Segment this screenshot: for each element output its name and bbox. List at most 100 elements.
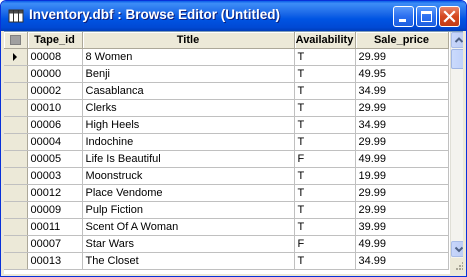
table-row[interactable]: 00003 Moonstruck T 19.99 — [4, 167, 449, 185]
row-selector[interactable] — [4, 116, 28, 134]
header-row: Tape_id Title Availability Sale_price — [4, 32, 449, 49]
row-selector[interactable] — [4, 65, 28, 83]
row-selector[interactable] — [4, 99, 28, 117]
cell-tape-id[interactable]: 00005 — [27, 150, 83, 168]
cell-availability[interactable]: T — [294, 218, 356, 236]
cell-tape-id[interactable]: 00007 — [27, 235, 83, 253]
maximize-button[interactable] — [416, 6, 437, 27]
cell-title[interactable]: Indochine — [82, 133, 295, 151]
browse-grid-icon[interactable] — [8, 8, 24, 24]
cell-tape-id[interactable]: 00013 — [27, 252, 83, 270]
cell-availability[interactable]: T — [294, 99, 356, 117]
records-table: Tape_id Title Availability Sale_price 00… — [4, 32, 449, 270]
current-row-arrow-icon — [13, 53, 18, 62]
cell-tape-id[interactable]: 00011 — [27, 218, 83, 236]
cell-tape-id[interactable]: 00010 — [27, 99, 83, 117]
table-row[interactable]: 00013 The Closet T 34.99 — [4, 252, 449, 270]
table-row[interactable]: 00008 8 Women T 29.99 — [4, 48, 449, 66]
row-selector[interactable] — [4, 48, 28, 66]
table-row[interactable]: 00012 Place Vendome T 29.99 — [4, 184, 449, 202]
row-selector[interactable] — [4, 150, 28, 168]
cell-sale-price[interactable]: 29.99 — [355, 99, 449, 117]
table-row[interactable]: 00006 High Heels T 34.99 — [4, 116, 449, 134]
cell-availability[interactable]: T — [294, 65, 356, 83]
cell-title[interactable]: Casablanca — [82, 82, 295, 100]
cell-sale-price[interactable]: 29.99 — [355, 48, 449, 66]
cell-sale-price[interactable]: 49.99 — [355, 150, 449, 168]
select-all-button[interactable] — [4, 32, 28, 49]
table-row[interactable]: 00000 Benji T 49.95 — [4, 65, 449, 83]
cell-availability[interactable]: T — [294, 167, 356, 185]
cell-availability[interactable]: T — [294, 48, 356, 66]
close-button[interactable] — [439, 6, 460, 27]
cell-availability[interactable]: T — [294, 116, 356, 134]
close-icon — [443, 10, 456, 23]
column-header-sale-price[interactable]: Sale_price — [355, 32, 449, 49]
row-selector[interactable] — [4, 235, 28, 253]
cell-tape-id[interactable]: 00006 — [27, 116, 83, 134]
cell-sale-price[interactable]: 49.99 — [355, 235, 449, 253]
resize-grip-icon — [456, 262, 463, 270]
cell-tape-id[interactable]: 00012 — [27, 184, 83, 202]
scroll-thumb[interactable] — [451, 49, 463, 69]
scroll-down-button[interactable] — [451, 241, 463, 257]
row-selector[interactable] — [4, 133, 28, 151]
cell-title[interactable]: Star Wars — [82, 235, 295, 253]
table-row[interactable]: 00002 Casablanca T 34.99 — [4, 82, 449, 100]
row-selector[interactable] — [4, 82, 28, 100]
cell-sale-price[interactable]: 39.99 — [355, 218, 449, 236]
cell-title[interactable]: Life Is Beautiful — [82, 150, 295, 168]
cell-sale-price[interactable]: 29.99 — [355, 201, 449, 219]
table-row[interactable]: 00004 Indochine T 29.99 — [4, 133, 449, 151]
cell-availability[interactable]: T — [294, 133, 356, 151]
cell-sale-price[interactable]: 34.99 — [355, 252, 449, 270]
column-header-tape-id[interactable]: Tape_id — [27, 32, 83, 49]
cell-tape-id[interactable]: 00000 — [27, 65, 83, 83]
cell-title[interactable]: The Closet — [82, 252, 295, 270]
cell-tape-id[interactable]: 00002 — [27, 82, 83, 100]
cell-title[interactable]: Scent Of A Woman — [82, 218, 295, 236]
row-selector[interactable] — [4, 218, 28, 236]
cell-sale-price[interactable]: 19.99 — [355, 167, 449, 185]
column-header-availability[interactable]: Availability — [294, 32, 356, 49]
minimize-button[interactable] — [393, 6, 414, 27]
cell-tape-id[interactable]: 00004 — [27, 133, 83, 151]
column-header-title[interactable]: Title — [82, 32, 295, 49]
title-bar[interactable]: Inventory.dbf : Browse Editor (Untitled) — [1, 1, 466, 31]
cell-availability[interactable]: T — [294, 184, 356, 202]
cell-sale-price[interactable]: 34.99 — [355, 82, 449, 100]
scroll-up-arrow-icon — [454, 37, 463, 43]
cell-title[interactable]: Clerks — [82, 99, 295, 117]
cell-title[interactable]: High Heels — [82, 116, 295, 134]
cell-availability[interactable]: T — [294, 252, 356, 270]
table-row[interactable]: 00010 Clerks T 29.99 — [4, 99, 449, 117]
cell-availability[interactable]: F — [294, 150, 356, 168]
row-selector[interactable] — [4, 167, 28, 185]
table-row[interactable]: 00007 Star Wars F 49.99 — [4, 235, 449, 253]
scroll-up-button[interactable] — [451, 32, 463, 48]
table-row[interactable]: 00005 Life Is Beautiful F 49.99 — [4, 150, 449, 168]
cell-title[interactable]: Pulp Fiction — [82, 201, 295, 219]
row-selector[interactable] — [4, 252, 28, 270]
row-selector[interactable] — [4, 184, 28, 202]
table-row[interactable]: 00011 Scent Of A Woman T 39.99 — [4, 218, 449, 236]
resize-grip[interactable] — [450, 258, 463, 274]
cell-title[interactable]: 8 Women — [82, 48, 295, 66]
cell-title[interactable]: Moonstruck — [82, 167, 295, 185]
cell-sale-price[interactable]: 34.99 — [355, 116, 449, 134]
cell-sale-price[interactable]: 29.99 — [355, 133, 449, 151]
cell-availability[interactable]: F — [294, 235, 356, 253]
cell-tape-id[interactable]: 00009 — [27, 201, 83, 219]
vertical-scrollbar[interactable] — [450, 32, 463, 274]
cell-availability[interactable]: T — [294, 82, 356, 100]
cell-title[interactable]: Benji — [82, 65, 295, 83]
cell-availability[interactable]: T — [294, 201, 356, 219]
table-row[interactable]: 00009 Pulp Fiction T 29.99 — [4, 201, 449, 219]
cell-tape-id[interactable]: 00008 — [27, 48, 83, 66]
cell-sale-price[interactable]: 29.99 — [355, 184, 449, 202]
cell-tape-id[interactable]: 00003 — [27, 167, 83, 185]
browse-grid[interactable]: Tape_id Title Availability Sale_price 00… — [4, 31, 463, 274]
cell-title[interactable]: Place Vendome — [82, 184, 295, 202]
cell-sale-price[interactable]: 49.95 — [355, 65, 449, 83]
row-selector[interactable] — [4, 201, 28, 219]
